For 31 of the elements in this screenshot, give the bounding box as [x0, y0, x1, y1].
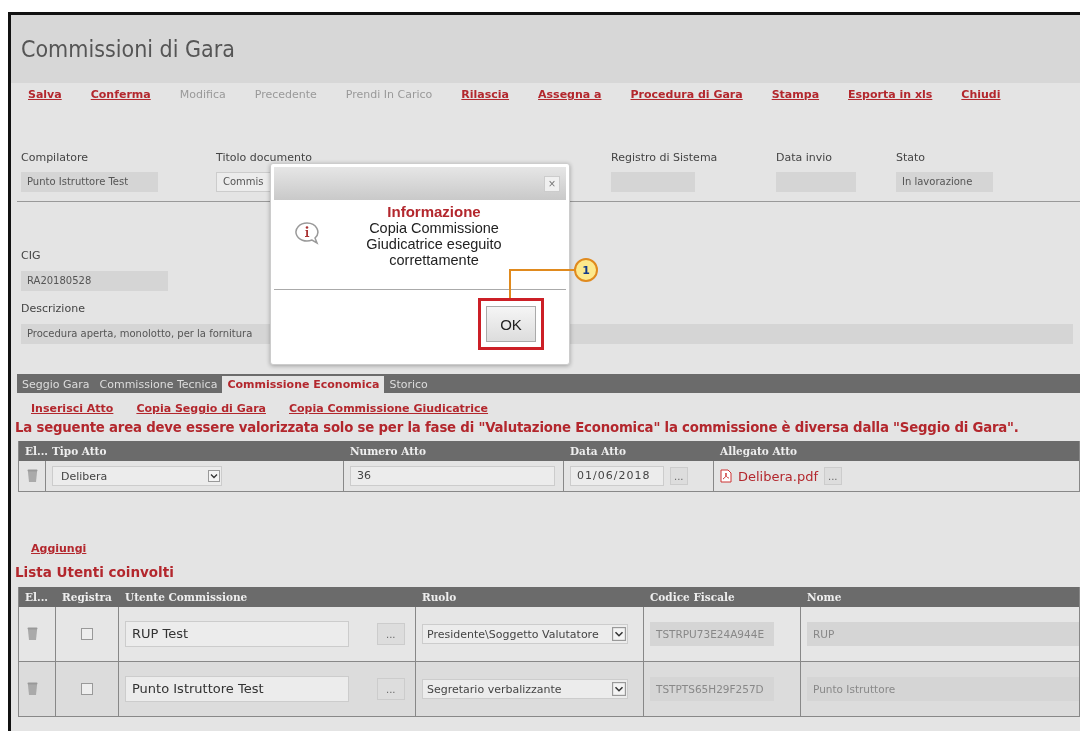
column-header: El... — [24, 445, 46, 457]
readonly-field: In lavorazione — [896, 172, 993, 192]
readonly-field: RUP — [807, 622, 1079, 646]
field-label: Compilatore — [21, 151, 89, 164]
notice-text: La seguente area deve essere valorizzata solo se per la fase di "Valutazione Economica" la commissione è diversa dalla "Seggio di Gara". — [15, 420, 1020, 435]
readonly-field: Punto Istruttore — [807, 677, 1079, 701]
column-header: El... — [24, 591, 49, 603]
field-label: Stato — [896, 151, 926, 164]
callout-badge: 1 — [574, 258, 598, 282]
field-label: Descrizione — [21, 302, 85, 315]
column-header: Tipo Atto — [51, 445, 108, 457]
section-title: Lista Utenti coinvolti — [15, 564, 175, 580]
readonly-field: TSTPTS65H29F257D — [650, 677, 774, 701]
column-header: Utente Commissione — [124, 591, 249, 603]
column-header: Allegato Atto — [719, 445, 799, 457]
field-label: CIG — [21, 249, 41, 262]
column-header: Nome — [806, 591, 843, 603]
page-title: Commissioni di Gara — [21, 36, 235, 62]
dialog-message: Copia Commissione Giudicatrice eseguito correttamente — [365, 220, 503, 268]
readonly-field: TSTRPU73E24A944E — [650, 622, 774, 646]
column-header: Data Atto — [569, 445, 627, 457]
field-label: Data invio — [776, 151, 833, 164]
readonly-field: Punto Istruttore Test — [21, 172, 158, 192]
column-header: Numero Atto — [349, 445, 427, 457]
column-header: Codice Fiscale — [649, 591, 736, 603]
column-header: Ruolo — [421, 591, 458, 603]
dialog-title: Informazione — [387, 203, 481, 220]
column-header: Registra — [61, 591, 113, 603]
field-label: Registro di Sistema — [611, 151, 718, 164]
field-label: Titolo documento — [216, 151, 312, 164]
readonly-field: RA20180528 — [21, 271, 168, 291]
